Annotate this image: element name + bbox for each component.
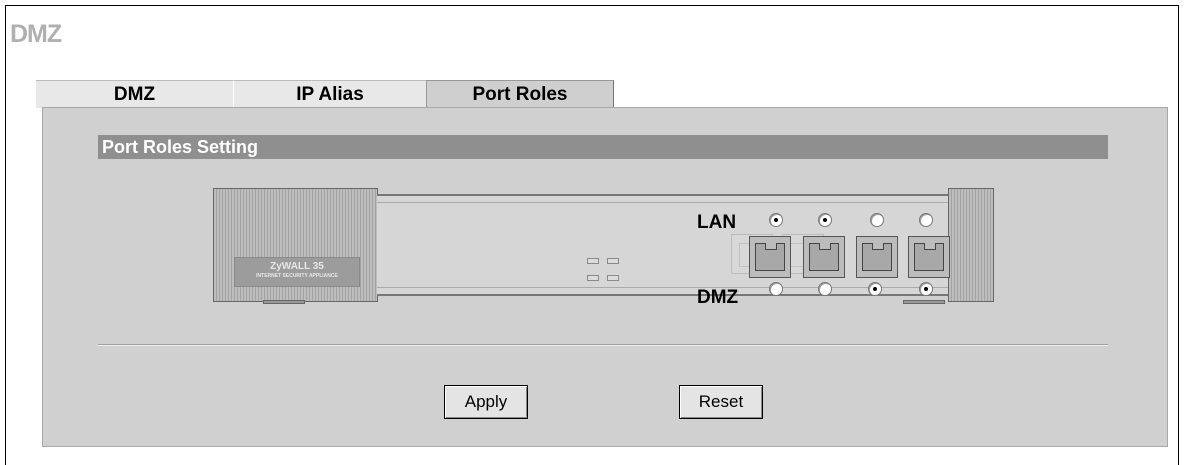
section-header: Port Roles Setting [98,135,1108,159]
device-logo: ZyWALL 35 INTERNET SECURITY APPLIANCE [234,257,360,287]
lan-label: LAN [697,212,737,233]
logo-subtext: INTERNET SECURITY APPLIANCE [256,273,338,279]
port4-lan-radio[interactable] [919,213,933,227]
device-foot-left [263,300,305,304]
dmz-label: DMZ [697,287,739,308]
port3-ethernet-icon [856,236,898,278]
port2-dmz-radio[interactable] [818,282,832,296]
tab-ip-alias[interactable]: IP Alias [233,80,426,108]
device-illustration: ZyWALL 35 INTERNET SECURITY APPLIANCE LA… [213,188,995,308]
device-foot-right [903,300,945,304]
led-indicator [607,258,619,264]
port2-lan-radio[interactable] [818,213,832,227]
reset-button[interactable]: Reset [679,385,763,419]
port1-dmz-radio[interactable] [769,282,783,296]
content-panel: Port Roles Setting ZyWALL 35 INTERNET SE… [42,107,1168,447]
port2-ethernet-icon [803,236,845,278]
device-left-ear: ZyWALL 35 INTERNET SECURITY APPLIANCE [213,188,378,302]
tab-port-roles[interactable]: Port Roles [426,80,614,108]
led-indicator [587,258,599,264]
apply-button[interactable]: Apply [444,385,528,419]
tab-dmz[interactable]: DMZ [36,80,233,108]
page-title: DMZ [10,20,62,48]
port4-ethernet-icon [908,236,950,278]
port3-lan-radio[interactable] [870,213,884,227]
led-indicator [607,275,619,281]
logo-text: ZyWALL 35 [270,261,324,272]
port1-ethernet-icon [749,236,791,278]
port1-lan-radio[interactable] [769,213,783,227]
port4-dmz-radio[interactable] [919,282,933,296]
port3-dmz-radio[interactable] [868,282,882,296]
divider [98,344,1108,346]
led-indicator [587,275,599,281]
device-right-ear [948,188,994,302]
